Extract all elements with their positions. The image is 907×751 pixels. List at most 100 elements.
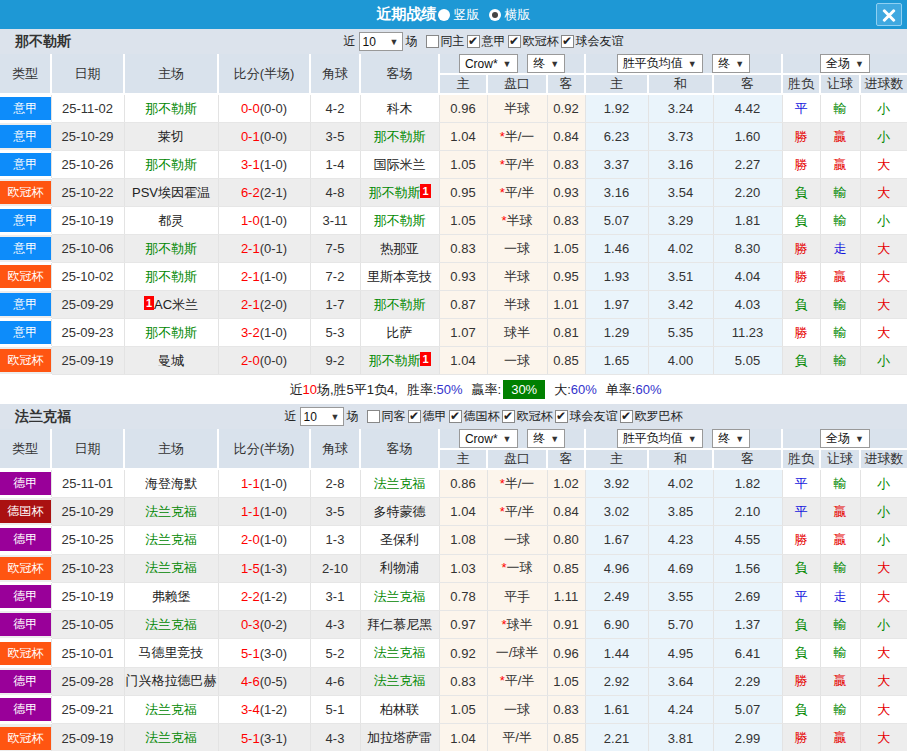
layout-option-vertical[interactable]: 竖版 [438,6,480,24]
away-team: 那不勒斯1 [360,347,439,375]
close-button[interactable] [876,3,902,26]
result-wdl: 負 [782,179,820,207]
home-team: 法兰克福 [124,611,218,639]
win-rate-label: 胜率: [407,381,437,399]
result-goals: 大 [860,639,907,667]
away-team: 利物浦 [360,554,439,582]
period-select[interactable]: 全场▼ [820,429,870,448]
euro-draw-odds: 3.16 [648,151,713,179]
match-score: 2-1(2-0) [218,291,310,319]
result-handicap: 走 [820,235,860,263]
match-date: 25-10-19 [51,582,124,610]
league-filter-checkbox[interactable]: ✔ [561,35,574,48]
league-filter-checkbox[interactable]: ✔ [620,410,633,423]
col-home: 主场 [124,54,218,94]
match-date: 25-10-23 [51,554,124,582]
match-score: 3-1(1-0) [218,151,310,179]
away-team: 那不勒斯 [360,291,439,319]
odds-time-value: 终 [533,55,545,72]
same-venue-label: 同主 [441,33,465,50]
rank-badge: 1 [420,352,430,366]
euro-draw-odds: 4.02 [648,469,713,498]
result-goals: 大 [860,235,907,263]
match-score: 4-6(0-5) [218,667,310,695]
euro-home-odds: 2.21 [585,724,648,751]
match-row: 德甲25-09-21法兰克福3-4(1-2)5-1柏林联1.05一球0.831.… [0,696,907,724]
home-team: 那不勒斯 [124,235,218,263]
radio-unselected-icon[interactable] [438,9,450,21]
match-count-select[interactable]: 10▼ [300,407,344,426]
away-team: 拜仁慕尼黑 [360,611,439,639]
col-asia-away: 客 [547,449,585,469]
match-date: 25-10-19 [51,207,124,235]
bookmaker-select[interactable]: Crow*▼ [459,54,518,73]
layout-option-horizontal[interactable]: 横版 [489,6,531,24]
asia-handicap: *平/半 [487,151,547,179]
col-score: 比分(半场) [218,54,310,94]
euro-away-odds: 4.55 [713,526,782,554]
result-wdl: 平 [782,582,820,610]
league-filter-checkbox[interactable]: ✔ [508,35,521,48]
euro-time-select[interactable]: 终▼ [712,429,750,448]
league-filter-checkbox[interactable]: ✔ [449,410,462,423]
asia-handicap: 平/半 [487,724,547,751]
corners: 3-1 [310,582,360,610]
result-handicap: 輸 [820,469,860,498]
asia-away-odds: 0.85 [547,724,585,751]
result-wdl: 負 [782,554,820,582]
away-team: 比萨 [360,319,439,347]
euro-time-select[interactable]: 终▼ [712,54,750,73]
euro-odds-value: 胜平负均值 [623,55,683,72]
league-filter-checkbox[interactable]: ✔ [467,35,480,48]
league-badge: 德甲 [0,611,51,639]
corners: 9-2 [310,347,360,375]
col-asia-away: 客 [547,74,585,94]
match-row: 意甲25-11-02那不勒斯0-0(0-0)4-2科木0.96半球0.921.9… [0,94,907,123]
league-badge: 欧冠杯 [0,347,51,375]
odds-time-select[interactable]: 终▼ [527,54,565,73]
league-badge: 欧冠杯 [0,263,51,291]
corners: 5-1 [310,696,360,724]
league-filter-label: 欧冠杯 [517,408,553,425]
euro-odds-header: 胜平负均值▼ 终▼ [585,429,782,449]
result-handicap: 輸 [820,291,860,319]
radio-selected-icon[interactable] [489,9,501,21]
euro-away-odds: 2.10 [713,498,782,526]
match-score: 5-1(3-0) [218,639,310,667]
col-eu-draw: 和 [648,74,713,94]
euro-away-odds: 11.23 [713,319,782,347]
league-badge: 意甲 [0,207,51,235]
result-wdl: 勝 [782,263,820,291]
bookmaker-select[interactable]: Crow*▼ [459,429,518,448]
match-score: 3-4(1-2) [218,696,310,724]
col-corner: 角球 [310,54,360,94]
corners: 4-8 [310,179,360,207]
corners: 1-4 [310,151,360,179]
single-rate-value: 60% [635,382,661,397]
league-filter-checkbox[interactable]: ✔ [555,410,568,423]
euro-odds-select[interactable]: 胜平负均值▼ [617,54,703,73]
away-team: 科木 [360,94,439,123]
chevron-down-icon: ▼ [735,434,744,444]
euro-home-odds: 1.29 [585,319,648,347]
result-wdl: 負 [782,611,820,639]
euro-home-odds: 4.96 [585,554,648,582]
euro-home-odds: 1.93 [585,263,648,291]
match-date: 25-10-05 [51,611,124,639]
away-team: 那不勒斯1 [360,179,439,207]
euro-odds-select[interactable]: 胜平负均值▼ [617,429,703,448]
match-count-select[interactable]: 10▼ [359,32,403,51]
league-filter-checkbox[interactable]: ✔ [502,410,515,423]
asia-home-odds: 1.07 [439,319,487,347]
asia-away-odds: 0.83 [547,207,585,235]
asia-away-odds: 1.05 [547,667,585,695]
corners: 4-2 [310,94,360,123]
league-filter-checkbox[interactable]: ✔ [408,410,421,423]
odds-time-select[interactable]: 终▼ [527,429,565,448]
league-badge: 意甲 [0,291,51,319]
same-venue-checkbox[interactable] [426,35,439,48]
result-goals: 大 [860,179,907,207]
period-select[interactable]: 全场▼ [820,54,870,73]
same-venue-checkbox[interactable] [367,410,380,423]
away-team: 多特蒙德 [360,498,439,526]
